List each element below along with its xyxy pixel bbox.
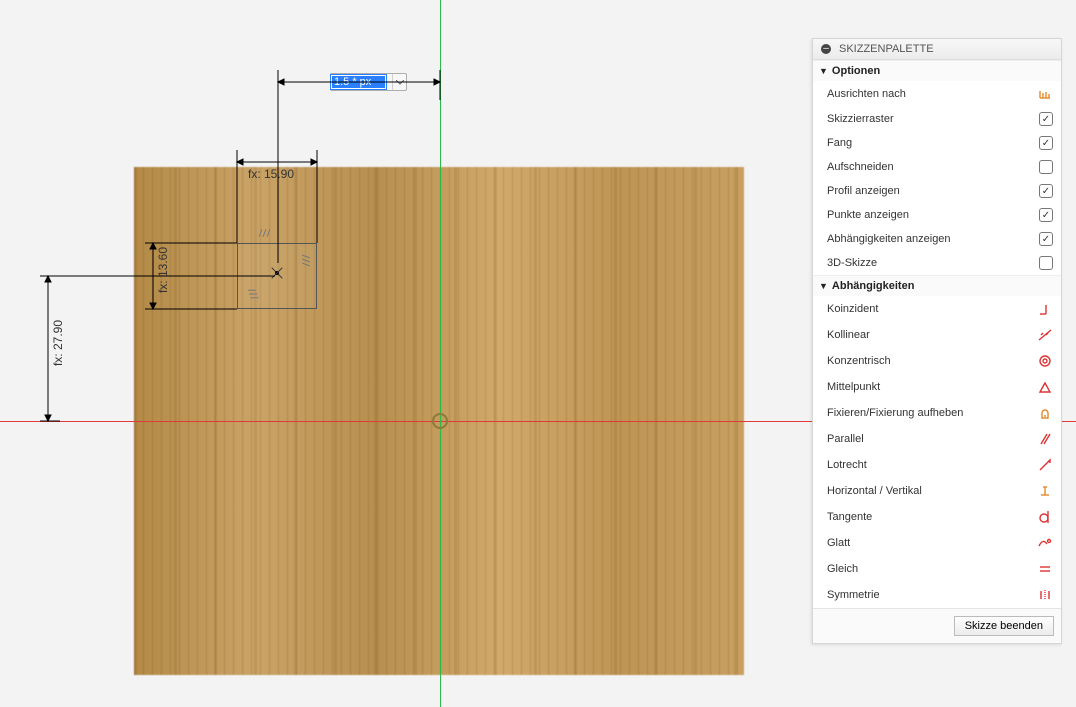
concentric-icon xyxy=(1037,353,1053,369)
option-label: Punkte anzeigen xyxy=(827,209,909,221)
constraint-label: Glatt xyxy=(827,537,850,549)
tangent-icon xyxy=(1037,509,1053,525)
option-align[interactable]: Ausrichten nach xyxy=(813,81,1061,107)
section-constraints-title: Abhängigkeiten xyxy=(832,280,915,292)
constraint-label: Symmetrie xyxy=(827,589,880,601)
constraint-equal[interactable]: Gleich xyxy=(813,556,1061,582)
constraint-perp[interactable]: Lotrecht xyxy=(813,452,1061,478)
section-options-title: Optionen xyxy=(832,65,880,77)
palette-footer: Skizze beenden xyxy=(813,608,1061,643)
section-options-header[interactable]: ▼ Optionen xyxy=(813,60,1061,81)
finish-sketch-button[interactable]: Skizze beenden xyxy=(954,616,1054,636)
palette-titlebar[interactable]: – SKIZZENPALETTE xyxy=(813,39,1061,60)
constraint-symm[interactable]: Symmetrie xyxy=(813,582,1061,608)
constraint-hv[interactable]: Horizontal / Vertikal xyxy=(813,478,1061,504)
midpoint-icon xyxy=(1037,379,1053,395)
constraint-smooth[interactable]: Glatt xyxy=(813,530,1061,556)
dimension-input-wrap xyxy=(330,73,407,91)
symmetry-icon xyxy=(1037,587,1053,603)
checkbox[interactable] xyxy=(1039,208,1053,222)
constraint-tang[interactable]: Tangente xyxy=(813,504,1061,530)
constraint-para[interactable]: Parallel xyxy=(813,426,1061,452)
dimension-input[interactable] xyxy=(331,75,386,89)
option-points[interactable]: Punkte anzeigen xyxy=(813,203,1061,227)
option-label: Aufschneiden xyxy=(827,161,894,173)
horizvert-icon xyxy=(1037,483,1053,499)
checkbox[interactable] xyxy=(1039,256,1053,270)
constraint-collin[interactable]: Kollinear xyxy=(813,322,1061,348)
checkbox[interactable] xyxy=(1039,112,1053,126)
constraint-fix[interactable]: Fixieren/Fixierung aufheben xyxy=(813,400,1061,426)
sketch-point[interactable] xyxy=(272,268,282,278)
collapse-icon[interactable]: – xyxy=(821,44,831,54)
smooth-icon xyxy=(1037,535,1053,551)
option-sk3d[interactable]: 3D-Skizze xyxy=(813,251,1061,275)
disclosure-triangle-icon: ▼ xyxy=(819,66,828,76)
option-label: 3D-Skizze xyxy=(827,257,877,269)
option-label: Profil anzeigen xyxy=(827,185,900,197)
constraint-label: Parallel xyxy=(827,433,864,445)
constraint-label: Tangente xyxy=(827,511,872,523)
constraint-coinc[interactable]: Koinzident xyxy=(813,296,1061,322)
sketch-palette: – SKIZZENPALETTE ▼ Optionen Ausrichten n… xyxy=(812,38,1062,644)
checkbox[interactable] xyxy=(1039,136,1053,150)
equal-icon xyxy=(1037,561,1053,577)
option-profile[interactable]: Profil anzeigen xyxy=(813,179,1061,203)
constraint-label: Kollinear xyxy=(827,329,870,341)
origin-icon xyxy=(432,413,448,429)
checkbox[interactable] xyxy=(1039,160,1053,174)
checkbox[interactable] xyxy=(1039,232,1053,246)
dimension-dropdown[interactable] xyxy=(392,74,406,90)
option-label: Ausrichten nach xyxy=(827,88,906,100)
dimension-top[interactable]: fx: 15.90 xyxy=(248,167,294,181)
checkbox[interactable] xyxy=(1039,184,1053,198)
coincident-icon xyxy=(1037,301,1053,317)
constraint-label: Mittelpunkt xyxy=(827,381,880,393)
option-constr[interactable]: Abhängigkeiten anzeigen xyxy=(813,227,1061,251)
constraint-concen[interactable]: Konzentrisch xyxy=(813,348,1061,374)
constraint-label: Koinzident xyxy=(827,303,878,315)
option-snap[interactable]: Fang xyxy=(813,131,1061,155)
align-to-icon[interactable] xyxy=(1037,86,1053,102)
fix-icon xyxy=(1037,405,1053,421)
constraint-label: Lotrecht xyxy=(827,459,867,471)
constraint-label: Konzentrisch xyxy=(827,355,891,367)
option-label: Abhängigkeiten anzeigen xyxy=(827,233,951,245)
option-grid[interactable]: Skizzierraster xyxy=(813,107,1061,131)
constraint-label: Gleich xyxy=(827,563,858,575)
y-axis xyxy=(440,0,441,707)
option-slice[interactable]: Aufschneiden xyxy=(813,155,1061,179)
section-constraints-header[interactable]: ▼ Abhängigkeiten xyxy=(813,275,1061,296)
collinear-icon xyxy=(1037,327,1053,343)
perpend-icon xyxy=(1037,457,1053,473)
constraint-midpt[interactable]: Mittelpunkt xyxy=(813,374,1061,400)
option-label: Fang xyxy=(827,137,852,149)
constraint-label: Horizontal / Vertikal xyxy=(827,485,922,497)
disclosure-triangle-icon: ▼ xyxy=(819,281,828,291)
dimension-left-outer[interactable]: fx: 27.90 xyxy=(51,320,65,366)
parallel-icon xyxy=(1037,431,1053,447)
palette-title: SKIZZENPALETTE xyxy=(839,43,934,55)
option-label: Skizzierraster xyxy=(827,113,894,125)
dimension-left-inner[interactable]: fx: 13.60 xyxy=(156,247,170,293)
constraint-label: Fixieren/Fixierung aufheben xyxy=(827,407,963,419)
chevron-down-icon xyxy=(396,80,404,85)
